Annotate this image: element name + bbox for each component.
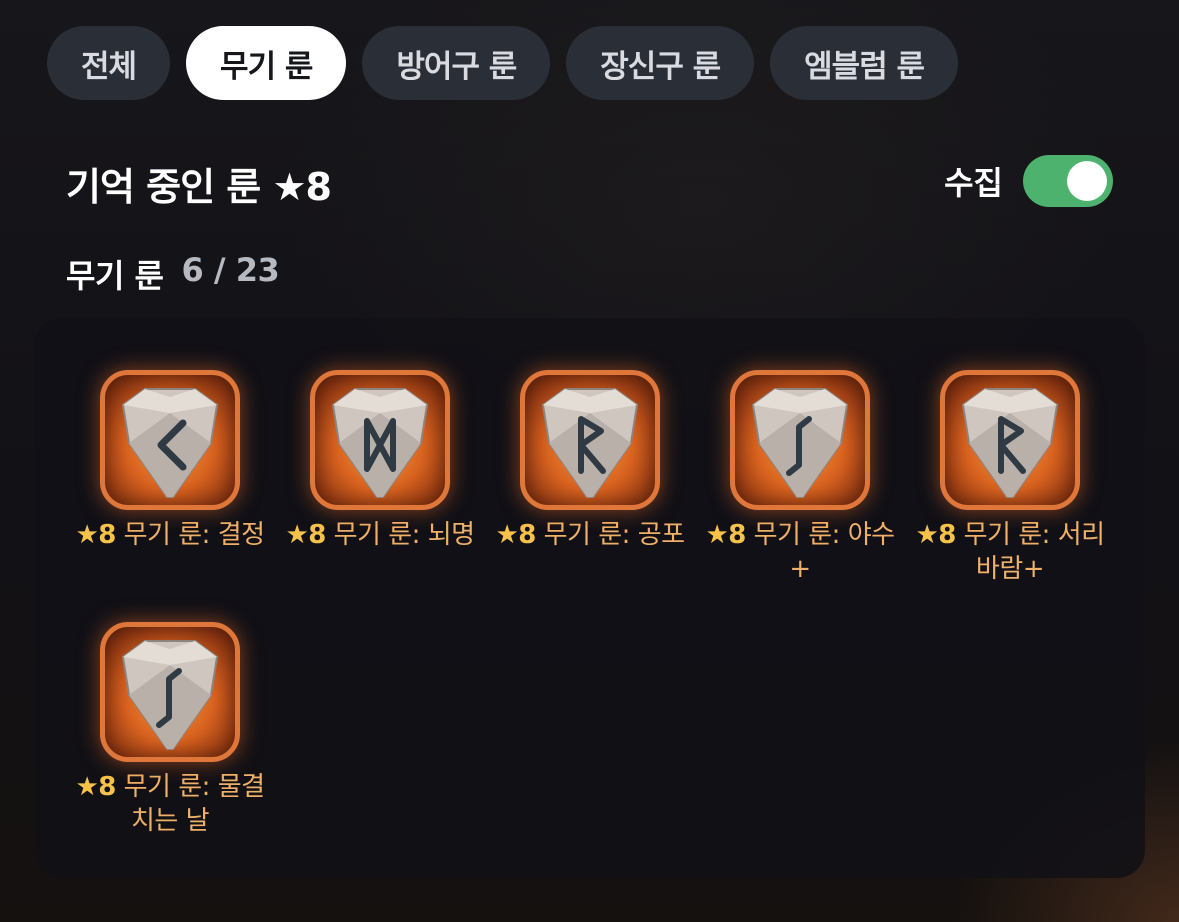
rune-name: ★8 무기 룬: 야수+ [705,520,895,584]
rune-stone-icon [331,388,429,498]
page-title: 기억 중인 룬 ★8 [66,165,332,209]
collect-label: 수집 [944,164,1003,202]
rune-raido-icon [520,370,660,510]
rune-item[interactable]: ★8 무기 룬: 공포 [495,370,685,552]
collect-toggle[interactable] [1023,155,1113,207]
rune-stone-icon [961,388,1059,498]
rune-item[interactable]: ★8 무기 룬: 뇌명 [285,370,475,552]
collect-toggle-row: 수집 [944,155,1113,207]
rune-item[interactable]: ★8 무기 룬: 물결치는 날 [75,622,265,838]
rune-name: ★8 무기 룬: 뇌명 [285,520,475,550]
tab-all[interactable]: 전체 [47,26,171,100]
rune-item[interactable]: ★8 무기 룬: 결정 [75,370,265,552]
rune-count: 무기 룬 6 / 23 [66,251,280,297]
rune-kaunan-icon [100,370,240,510]
rune-raido-icon [940,370,1080,510]
tab-weapon-rune[interactable]: 무기 룬 [186,26,347,100]
rune-dagaz-icon [310,370,450,510]
rune-eihwaz-icon [730,370,870,510]
toggle-knob [1067,161,1107,201]
rune-stone-icon [121,388,219,498]
rune-category-tabs: 전체 무기 룬 방어구 룬 장신구 룬 엠블럼 룬 [47,26,959,100]
tab-armor-rune[interactable]: 방어구 룬 [362,26,551,100]
rune-count-label: 무기 룬 [66,257,164,295]
rune-grid-panel: ★8 무기 룬: 결정 ★8 무기 룬: 뇌명 ★8 무기 룬: 공포 ★8 무… [34,318,1145,878]
rune-count-value: 6 / 23 [181,251,280,289]
rune-name: ★8 무기 룬: 물결치는 날 [75,772,265,836]
rune-item[interactable]: ★8 무기 룬: 서리바람+ [915,370,1105,586]
rune-name: ★8 무기 룬: 서리바람+ [915,520,1105,584]
tab-accessory-rune[interactable]: 장신구 룬 [566,26,755,100]
rune-stone-icon [121,640,219,750]
tab-emblem-rune[interactable]: 엠블럼 룬 [770,26,959,100]
rune-name: ★8 무기 룬: 공포 [495,520,685,550]
rune-stone-icon [751,388,849,498]
rune-eihwaz-icon [100,622,240,762]
rune-stone-icon [541,388,639,498]
rune-name: ★8 무기 룬: 결정 [75,520,265,550]
rune-item[interactable]: ★8 무기 룬: 야수+ [705,370,895,586]
